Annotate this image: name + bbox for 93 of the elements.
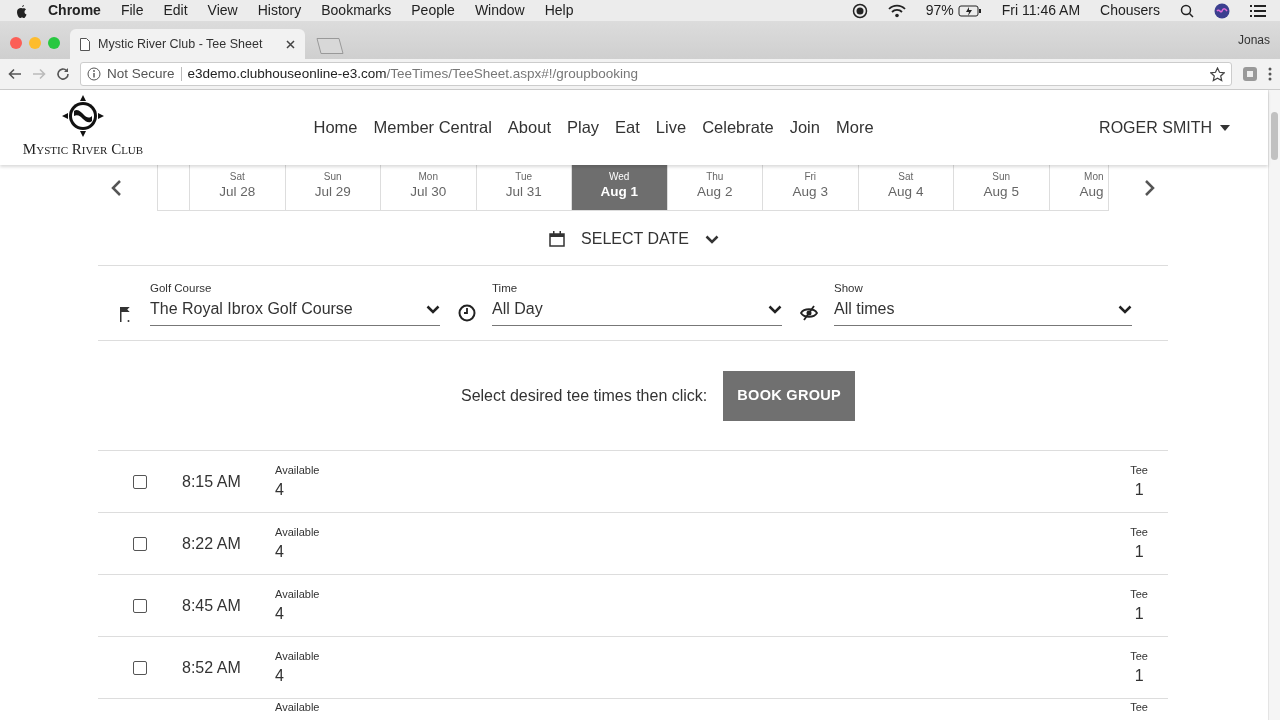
siri-icon[interactable]	[1214, 2, 1230, 19]
battery-percent: 97%	[925, 1, 954, 20]
field-label: Available	[275, 586, 320, 602]
user-menu[interactable]: ROGER SMITH	[1099, 115, 1230, 140]
nav-link[interactable]: Celebrate	[702, 115, 774, 140]
tee-number: 1	[1134, 542, 1144, 562]
star-icon[interactable]	[1210, 66, 1225, 82]
profile-name[interactable]: Jonas	[1237, 31, 1270, 49]
previous-icon[interactable]	[110, 179, 122, 197]
caret-icon	[1220, 124, 1230, 131]
dropdown-field[interactable]: All times	[834, 297, 1132, 327]
field-label: Tee	[1130, 700, 1148, 716]
extension-icon[interactable]	[1242, 66, 1258, 82]
date-tab[interactable]: Wed Aug 1	[572, 165, 668, 210]
available-count: 4	[275, 604, 285, 624]
menu-item[interactable]: People	[411, 0, 455, 21]
tee-time: 8:15 AM	[182, 471, 242, 492]
security-label: Not Secure	[107, 64, 175, 83]
reload-icon[interactable]	[56, 67, 70, 81]
info-icon	[87, 67, 101, 81]
field-label: Tee	[1130, 462, 1148, 478]
nav-link[interactable]: About	[507, 115, 551, 140]
field-label: Available	[275, 462, 320, 478]
checkbox[interactable]	[133, 598, 147, 613]
dropdown-field[interactable]: The Royal Ibrox Golf Course	[150, 297, 440, 327]
calendar-icon	[549, 231, 566, 247]
browser-tab[interactable]: Mystic River Club - Tee Sheet	[70, 29, 305, 59]
tee-time: 8:52 AM	[182, 657, 242, 678]
nav-link[interactable]: Join	[789, 115, 820, 140]
select-date-button[interactable]: SELECT DATE	[581, 227, 689, 251]
checkbox[interactable]	[133, 474, 147, 489]
scrollbar-thumb[interactable]	[1271, 112, 1278, 160]
clock-icon	[458, 304, 476, 323]
tab-title: Mystic River Club - Tee Sheet	[98, 35, 264, 53]
field-label: Available	[275, 700, 320, 716]
nav-link[interactable]: Play	[566, 115, 600, 140]
field-label: Show	[834, 281, 864, 296]
app-menu[interactable]: Chrome	[48, 0, 101, 21]
available-count: 4	[275, 542, 285, 562]
tee-number: 1	[1134, 480, 1144, 500]
available-count: 4	[275, 480, 285, 500]
more-icon[interactable]	[1268, 67, 1272, 81]
battery-icon[interactable]	[957, 4, 982, 17]
field-label: Available	[275, 648, 320, 664]
page-icon	[80, 37, 90, 51]
address-bar[interactable]: Not Secure e3demo.clubhouseonline-e3.com/TeeTimes/TeeSheet.aspx#!/groupbooking	[80, 62, 1232, 86]
menu-item[interactable]: History	[257, 0, 302, 21]
nav-link[interactable]: Eat	[615, 115, 640, 140]
book-group-button[interactable]: BOOK GROUP	[723, 370, 855, 421]
menu-item[interactable]: Window	[474, 0, 525, 21]
next-icon[interactable]	[1143, 179, 1156, 197]
tee-time: 8:22 AM	[182, 533, 242, 554]
menu-item[interactable]: File	[120, 0, 144, 21]
field-label: Tee	[1130, 586, 1148, 602]
apple-icon[interactable]	[14, 2, 28, 19]
scrollbar[interactable]	[1268, 90, 1280, 720]
list-icon[interactable]	[1250, 4, 1266, 17]
available-count: 4	[275, 666, 285, 686]
wifi-icon[interactable]	[887, 3, 906, 18]
field-label: Tee	[1130, 524, 1148, 540]
menu-item[interactable]: Help	[544, 0, 574, 21]
menu-item[interactable]: View	[207, 0, 238, 21]
instruction-text: Select desired tee times then click:	[460, 385, 708, 406]
eye-slash-icon	[800, 304, 818, 323]
compass-logo-icon[interactable]	[61, 94, 105, 139]
menu-item[interactable]: Edit	[163, 0, 188, 21]
chevron-down-icon[interactable]	[704, 234, 719, 244]
field-label: Available	[275, 524, 320, 540]
chevron-down-icon	[768, 304, 782, 314]
menu-item[interactable]: Bookmarks	[321, 0, 392, 21]
tee-number: 1	[1134, 666, 1144, 686]
field-label: Time	[492, 281, 519, 296]
field-label: Tee	[1130, 648, 1148, 664]
tee-number: 1	[1134, 604, 1144, 624]
dropdown-field[interactable]: All Day	[492, 297, 782, 327]
clock[interactable]: Fri 11:46 AM	[1001, 0, 1081, 21]
nav-link[interactable]: Member Central	[373, 115, 492, 140]
search-icon[interactable]	[1180, 3, 1194, 18]
checkbox[interactable]	[133, 660, 147, 675]
chevron-down-icon	[426, 304, 440, 314]
chevron-down-icon	[1118, 304, 1132, 314]
user-menu[interactable]: Chousers	[1100, 0, 1160, 21]
record-icon[interactable]	[851, 2, 868, 19]
nav-link[interactable]: Live	[655, 115, 687, 140]
tee-time: 8:45 AM	[182, 595, 242, 616]
nav-link[interactable]: Home	[313, 115, 358, 140]
close-icon[interactable]	[286, 39, 295, 49]
back-icon[interactable]	[8, 68, 22, 80]
field-label: Golf Course	[150, 281, 213, 296]
checkbox[interactable]	[133, 536, 147, 551]
url-text: e3demo.clubhouseonline-e3.com/TeeTimes/TeeSheet.aspx#!/groupbooking	[187, 64, 640, 83]
club-logo-text[interactable]: Mystic River Club	[22, 138, 144, 161]
nav-link[interactable]: More	[835, 115, 874, 140]
